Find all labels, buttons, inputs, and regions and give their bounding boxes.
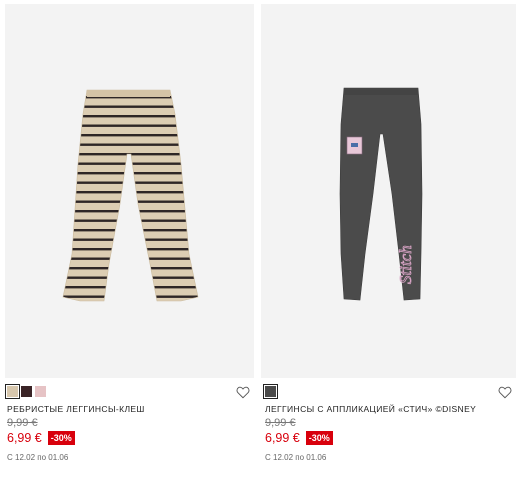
product-title[interactable]: РЕБРИСТЫЕ ЛЕГГИНСЫ-КЛЕШ [7,404,145,414]
product-card-striped-leggings[interactable]: РЕБРИСТЫЕ ЛЕГГИНСЫ-КЛЕШ 9,99 € 6,99 € -3… [0,0,254,481]
color-swatches [263,384,278,399]
old-price: 9,99 € [265,417,296,429]
promo-date-range: С 12.02 по 01.06 [7,453,69,462]
sale-price: 6,99 € [7,431,42,445]
swatch-beige-stripe[interactable] [5,384,20,399]
promo-date-range: С 12.02 по 01.06 [265,453,327,462]
product-image[interactable]: Stitch [261,4,516,378]
product-card-stitch-leggings[interactable]: Stitch ЛЕГГИНСЫ С АППЛИКАЦИЕЙ «СТИЧ» ©DI… [261,0,516,481]
discount-badge: -30% [305,431,333,445]
discount-badge: -30% [47,431,75,445]
striped-leggings-image [62,89,199,302]
color-swatches [5,384,46,399]
svg-text:Stitch: Stitch [396,245,415,284]
price-row: 6,99 € -30% [265,431,333,445]
grey-leggings-image: Stitch [339,87,423,301]
swatch-dark-grey[interactable] [263,384,278,399]
swatch-burgundy[interactable] [21,386,32,397]
price-row: 6,99 € -30% [7,431,75,445]
swatch-pink[interactable] [35,386,46,397]
product-title[interactable]: ЛЕГГИНСЫ С АППЛИКАЦИЕЙ «СТИЧ» ©DISNEY [265,404,476,414]
heart-icon[interactable] [498,386,512,399]
old-price: 9,99 € [7,417,38,429]
product-image[interactable] [5,4,254,378]
heart-icon[interactable] [236,386,250,399]
sale-price: 6,99 € [265,431,300,445]
